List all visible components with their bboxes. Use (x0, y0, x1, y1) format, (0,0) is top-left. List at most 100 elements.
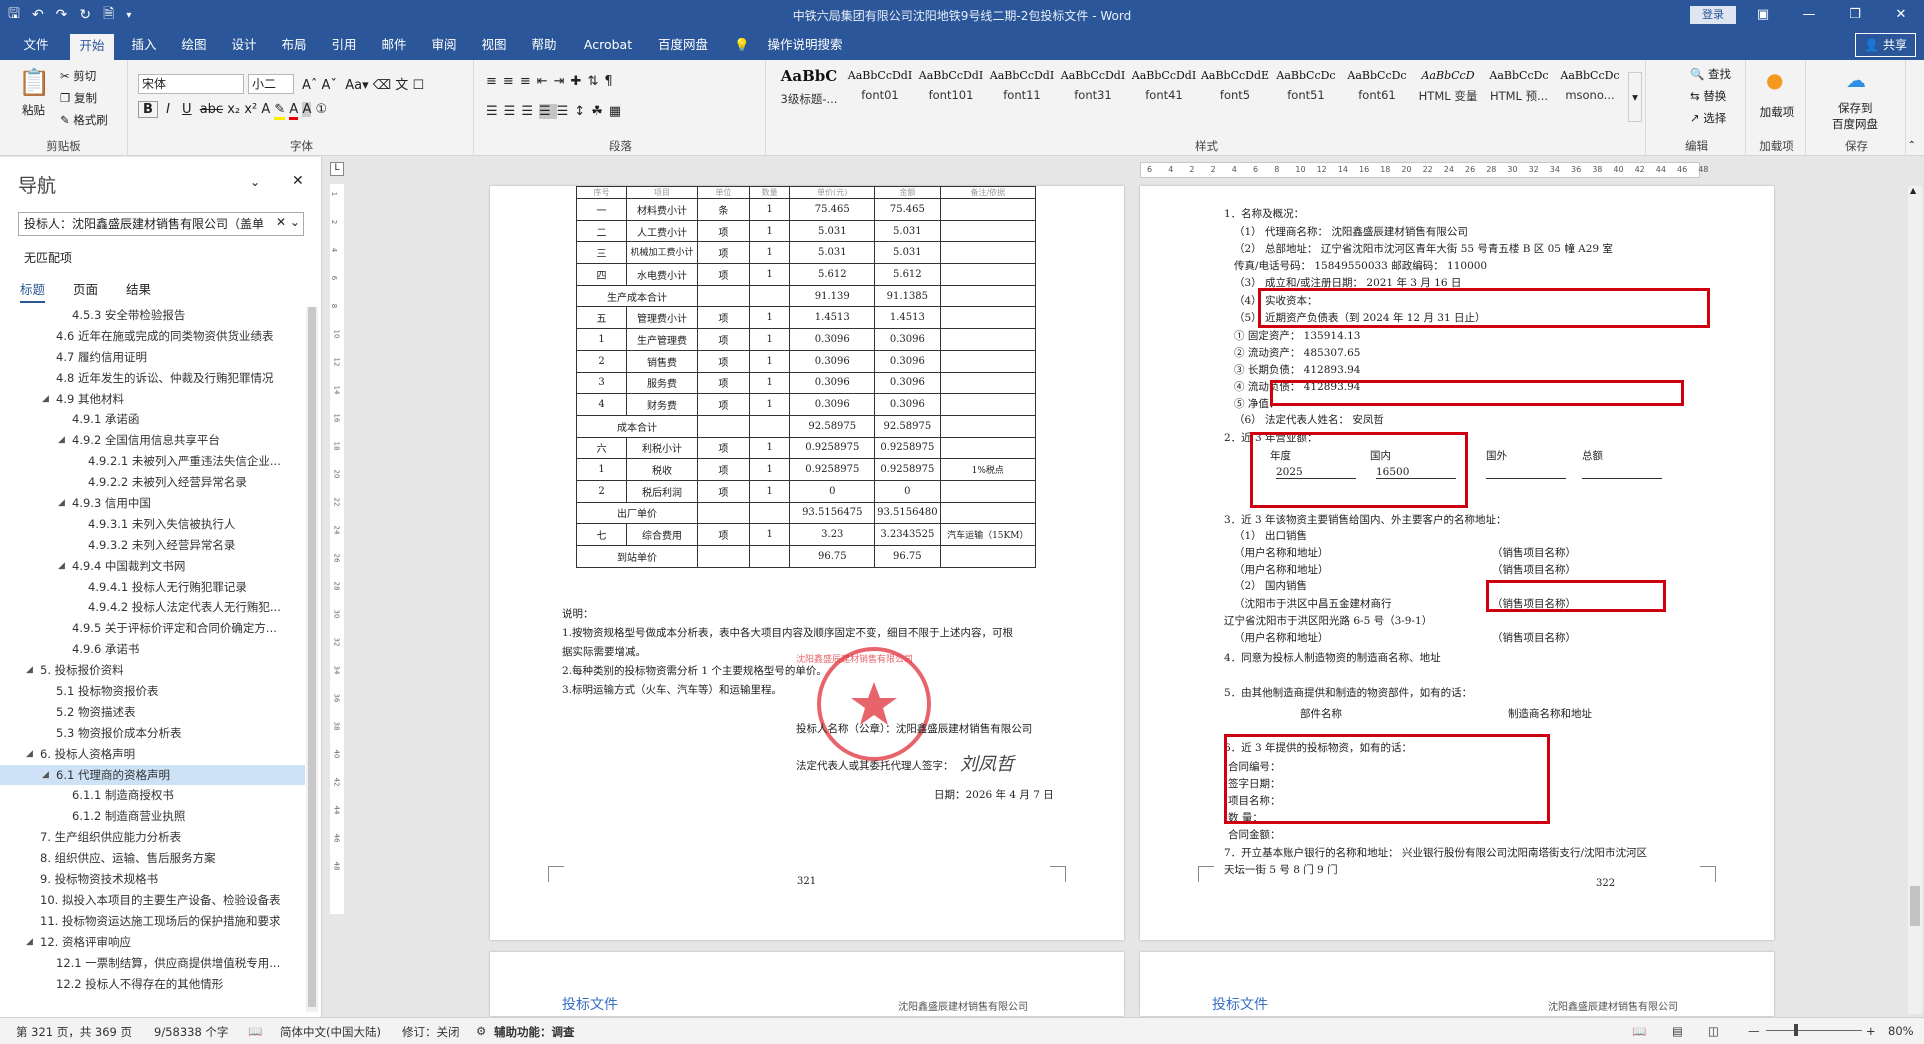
tab-acrobat[interactable]: Acrobat (578, 30, 638, 60)
doc-icon[interactable]: 🗎 (103, 3, 114, 27)
tell-me-search[interactable]: 操作说明搜索 (760, 30, 850, 60)
nav-heading-item[interactable]: ◢ 6.1 代理商的资格声明 (0, 764, 305, 786)
borders-icon[interactable]: ▦ (609, 104, 627, 119)
nav-heading-item[interactable]: 12.1 一票制结算，供应商提供增值税专用... (0, 953, 305, 974)
tab-layout[interactable]: 布局 (274, 30, 314, 60)
style-item[interactable]: AaBbCcDdI font41 (1129, 63, 1199, 121)
tab-mailings[interactable]: 邮件 (374, 30, 414, 60)
nav-heading-item[interactable]: ◢ 4.9.4 中国裁判文书网 (0, 556, 305, 577)
collapse-triangle-icon[interactable]: ◢ (42, 765, 49, 786)
font-color-icon[interactable]: A (289, 102, 299, 120)
addins-button[interactable]: 加载项 (1757, 104, 1797, 120)
nav-heading-item[interactable]: 6.1.1 制造商授权书 (0, 785, 305, 806)
shrink-font-icon[interactable]: Aˇ (322, 78, 337, 93)
shading-icon[interactable]: ☘ (591, 104, 609, 119)
chinese-layout-icon[interactable]: ✚ (571, 74, 588, 89)
sort-icon[interactable]: ⇅ (587, 74, 604, 89)
collapse-triangle-icon[interactable]: ◢ (26, 660, 33, 681)
copy-button[interactable]: ❐ 复制 (60, 90, 97, 106)
track-changes[interactable]: 修订：关闭 (402, 1024, 460, 1040)
paste-button[interactable]: 粘贴 (22, 102, 45, 118)
nav-heading-item[interactable]: ◢ 12. 资格评审响应 (0, 932, 305, 953)
tab-baidu[interactable]: 百度网盘 (650, 30, 716, 60)
horizontal-ruler[interactable]: 6 4 2 2 4 6 8 10 12 14 16 18 20 22 24 26 28 30 32 34 36 38 40 4… (1140, 162, 1708, 178)
zoom-out-icon[interactable]: — (1748, 1024, 1760, 1038)
customize-icon[interactable]: ▾ (126, 10, 131, 21)
distribute-icon[interactable]: ☰ (557, 104, 575, 119)
style-item[interactable]: AaBbCcDdI font31 (1058, 63, 1128, 121)
zoom-in-icon[interactable]: + (1866, 1024, 1876, 1038)
numbering-icon[interactable]: ≡ (503, 74, 520, 89)
multilevel-icon[interactable]: ≡ (520, 74, 537, 89)
style-item[interactable]: AaBbCcDdI font11 (987, 63, 1057, 121)
style-item[interactable]: AaBbCcDdI font101 (916, 63, 986, 121)
nav-heading-item[interactable]: 4.9.3.1 未列入失信被执行人 (0, 514, 305, 535)
nav-heading-item[interactable]: ◢ 4.9 其他材料 (0, 389, 305, 410)
nav-heading-item[interactable]: 8. 组织供应、运输、售后服务方案 (0, 848, 305, 869)
nav-heading-item[interactable]: ◢ 4.9.2 全国信用信息共享平台 (0, 430, 305, 451)
nav-heading-item[interactable]: 4.7 履约信用证明 (0, 347, 305, 368)
accessibility-status[interactable]: 辅助功能：调查 (494, 1024, 575, 1040)
clear-format-icon[interactable]: ⌫ (373, 78, 391, 93)
collapse-triangle-icon[interactable]: ◢ (26, 932, 33, 953)
close-icon[interactable]: ✕ (1878, 0, 1924, 30)
superscript-icon[interactable]: x² (244, 102, 257, 117)
nav-heading-item[interactable]: 9. 投标物资技术规格书 (0, 869, 305, 890)
read-mode-icon[interactable]: 📖 (1632, 1024, 1646, 1038)
nav-heading-item[interactable]: 5.2 物资描述表 (0, 702, 305, 723)
tab-file[interactable]: 文件 (16, 30, 56, 60)
baidu-disk-label[interactable]: 百度网盘 (1832, 116, 1878, 132)
style-item[interactable]: AaBbCcD HTML 变量 (1413, 63, 1483, 121)
format-painter-button[interactable]: ✎ 格式刷 (60, 112, 108, 128)
text-effects-icon[interactable]: A (261, 102, 270, 117)
subscript-icon[interactable]: x₂ (227, 102, 240, 117)
nav-heading-item[interactable]: 4.9.4.2 投标人法定代表人无行贿犯... (0, 597, 305, 618)
addins-icon[interactable]: ● (1766, 68, 1783, 92)
document-scrollbar[interactable]: ▲ (1908, 186, 1922, 1014)
scroll-up-icon[interactable]: ▲ (1910, 186, 1916, 195)
style-item[interactable]: AaBbCcDdI font01 (845, 63, 915, 121)
zoom-slider-thumb[interactable] (1794, 1024, 1798, 1036)
redo-icon[interactable]: ↷ (56, 7, 68, 23)
strikethrough-icon[interactable]: abc (200, 102, 223, 117)
increase-indent-icon[interactable]: ⇥ (554, 74, 571, 89)
collapse-ribbon-icon[interactable]: ⌃ (1908, 140, 1916, 151)
collapse-triangle-icon[interactable]: ◢ (58, 493, 65, 514)
zoom-level[interactable]: 80% (1888, 1024, 1914, 1038)
decrease-indent-icon[interactable]: ⇤ (537, 74, 554, 89)
nav-search-input[interactable]: 投标人：沈阳鑫盛辰建材销售有限公司（盖单 (18, 212, 304, 236)
char-shading-icon[interactable]: A (302, 102, 312, 117)
highlight-icon[interactable]: ✎ (274, 102, 286, 120)
minimize-icon[interactable]: — (1786, 0, 1832, 30)
nav-heading-item[interactable]: 4.9.1 承诺函 (0, 409, 305, 430)
accessibility-icon[interactable]: ⚙ (476, 1024, 486, 1038)
nav-heading-item[interactable]: 12.2 投标人不得存在的其他情形 (0, 974, 305, 995)
nav-heading-item[interactable]: 4.9.2.1 未被列入严重违法失信企业... (0, 451, 305, 472)
nav-heading-item[interactable]: 7. 生产组织供应能力分析表 (0, 827, 305, 848)
char-border-icon[interactable]: ☐ (412, 78, 424, 93)
style-item[interactable]: AaBbCcDc font61 (1342, 63, 1412, 121)
style-item[interactable]: AaBbCcDc font51 (1271, 63, 1341, 121)
tab-references[interactable]: 引用 (324, 30, 364, 60)
restore-icon[interactable]: ❐ (1832, 0, 1878, 30)
word-count[interactable]: 9/58338 个字 (154, 1024, 228, 1040)
justify-icon[interactable]: ☰ (538, 104, 557, 119)
tab-insert[interactable]: 插入 (124, 30, 164, 60)
undo-icon[interactable]: ↶ (32, 7, 44, 23)
nav-heading-item[interactable]: 10. 拟投入本项目的主要生产设备、检验设备表 (0, 890, 305, 911)
nav-heading-item[interactable]: 5.3 物资报价成本分析表 (0, 723, 305, 744)
nav-heading-item[interactable]: 4.9.2.2 未被列入经营异常名录 (0, 472, 305, 493)
nav-tab-pages[interactable]: 页面 (73, 279, 98, 303)
align-center-icon[interactable]: ☰ (504, 104, 522, 119)
page-count[interactable]: 第 321 页，共 369 页 (16, 1024, 132, 1040)
style-item[interactable]: AaBbCcDc HTML 预... (1484, 63, 1554, 121)
nav-heading-item[interactable]: 4.9.4.1 投标人无行贿犯罪记录 (0, 577, 305, 598)
grow-font-icon[interactable]: Aˆ (302, 78, 317, 93)
nav-heading-item[interactable]: 4.5.3 安全带检验报告 (0, 305, 305, 326)
nav-scrollbar[interactable] (306, 307, 318, 1012)
nav-heading-item[interactable]: ◢ 4.9.3 信用中国 (0, 493, 305, 514)
nav-heading-item[interactable]: 4.8 近年发生的诉讼、仲裁及行贿犯罪情况 (0, 368, 305, 389)
save-to-label[interactable]: 保存到 (1838, 100, 1873, 116)
tab-review[interactable]: 审阅 (424, 30, 464, 60)
font-name-combo[interactable]: 宋体 (138, 74, 244, 94)
